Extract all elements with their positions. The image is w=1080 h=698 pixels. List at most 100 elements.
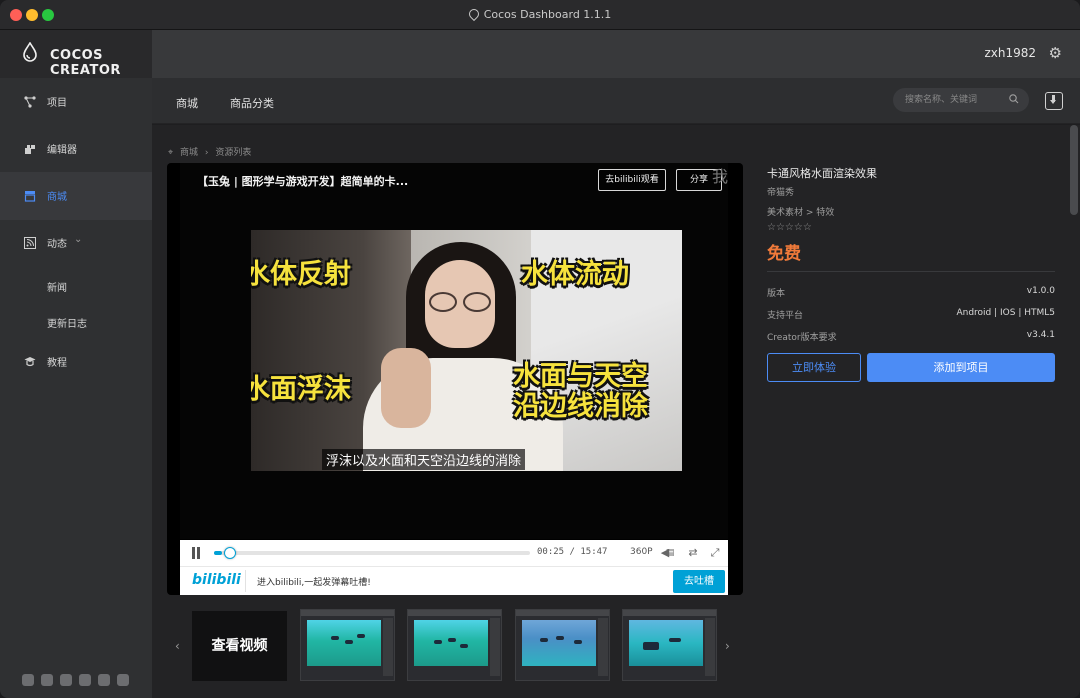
tab-categories[interactable]: 商品分类 [230,95,274,111]
progress-fill [214,551,223,555]
gallery-thumbnail[interactable] [515,609,610,681]
sidebar-subitem-changelog[interactable]: 更新日志 [47,315,87,330]
window-title-text: Cocos Dashboard 1.1.1 [483,8,612,21]
bilibili-bar: bilibili 进入bilibili,一起发弹幕吐槽! 去吐槽 [180,566,728,595]
location-pin-icon: ⌖ [168,148,174,158]
time-separator: / [569,547,575,557]
wechat-icon[interactable] [22,674,34,686]
breadcrumb: ⌖ 商城 › 资源列表 [168,145,255,158]
app-window: Cocos Dashboard 1.1.1 COCOS CREATOR 项目 编… [0,0,1080,698]
brand-name: COCOS CREATOR [50,48,121,78]
sidebar-item-label: 教程 [47,358,67,369]
spec-label-platforms: 支持平台 [767,311,804,321]
download-icon[interactable] [1045,92,1063,110]
search-box [893,88,1029,112]
feed-icon [24,237,36,249]
overlay-text-sky-2: 沿边线消除 [513,391,648,422]
video-title: 【玉兔 | 图形学与游戏开发】超简单的卡... [197,175,409,188]
loop-icon[interactable]: ⇄ [686,546,700,560]
bilibili-logo[interactable]: bilibili [192,572,241,588]
product-price: 免费 [767,244,801,264]
spec-label-version: 版本 [767,289,786,299]
weibo-icon[interactable] [41,674,53,686]
comment-button[interactable]: 去吐槽 [673,570,725,593]
chevron-left-icon[interactable]: ‹ [175,639,180,653]
quality-selector[interactable]: 360P [630,547,653,557]
brand-logo: COCOS CREATOR [0,30,152,78]
gallery-thumbnail[interactable] [407,609,502,681]
spec-value-version: v1.0.0 [1026,286,1055,296]
video-player[interactable]: 【玉兔 | 图形学与游戏开发】超简单的卡... 去bilibili观看 分享 我… [167,163,743,595]
watch-video-tile[interactable]: 查看视频 [192,611,287,681]
cocos-app-icon [466,6,481,22]
breadcrumb-item: 资源列表 [215,148,252,158]
store-icon [24,191,36,202]
add-to-project-button[interactable]: 添加到项目 [867,353,1055,382]
bilibili-prompt: 进入bilibili,一起发弹幕吐槽! [257,578,371,588]
sidebar-item-label: 商城 [47,192,67,203]
spec-value-platforms: Android | IOS | HTML5 [956,308,1055,318]
cocos-logo-icon [23,42,37,62]
editor-icon [25,145,35,154]
pause-icon[interactable] [190,547,202,559]
content-scrollbar[interactable] [1070,125,1078,215]
overlay-text-sky-1: 水面与天空 [513,361,648,392]
sidebar-item-editor[interactable]: 编辑器 [0,125,152,173]
overlay-text-foam: 水面浮沫 [251,374,351,405]
sidebar-item-label: 项目 [47,98,67,109]
time-total: 15:47 [580,547,608,557]
username[interactable]: zxh1982 [984,46,1036,60]
try-now-button[interactable]: 立即体验 [767,353,861,382]
player-controls: 00:25 / 15:47 360P ◀ ▤ ⇄ ⤢ [180,540,728,566]
video-frame: 水体反射 水体流动 水面浮沫 水面与天空 沿边线消除 [251,230,682,471]
danmaku-icon[interactable]: ▤ [663,546,677,560]
social-links [22,674,129,686]
fullscreen-icon[interactable]: ⤢ [708,546,722,560]
discord-icon[interactable] [79,674,91,686]
twitter-icon[interactable] [60,674,72,686]
youtube-icon[interactable] [98,674,110,686]
time-readout: 00:25 / 15:47 [537,547,607,557]
tutorial-icon [24,357,36,367]
product-title: 卡通风格水面渲染效果 [767,167,877,180]
danmaku-toggle[interactable]: 我 [712,163,728,187]
watch-on-bilibili-button[interactable]: 去bilibili观看 [598,169,666,191]
gallery-thumbnail[interactable] [622,609,717,681]
overlay-text-flow: 水体流动 [521,259,629,290]
sidebar-item-label: 编辑器 [47,145,77,156]
window-title: Cocos Dashboard 1.1.1 [0,6,1080,22]
gear-icon[interactable]: ⚙ [1049,44,1062,62]
product-author[interactable]: 帝猫秀 [767,185,794,198]
video-subtitle: 浮沫以及水面和天空沿边线的消除 [322,449,526,470]
top-bar: zxh1982 ⚙ [152,30,1080,78]
rating-stars: ☆☆☆☆☆ [767,222,812,233]
spec-label-creator-version: Creator版本要求 [767,333,837,343]
spec-value-creator-version: v3.4.1 [1026,330,1055,340]
presenter-glasses [429,292,493,312]
sidebar-subitem-news[interactable]: 新闻 [47,279,67,294]
search-icon[interactable] [1009,94,1019,104]
project-icon [24,96,36,108]
breadcrumb-item[interactable]: 商城 [180,148,198,158]
progress-track[interactable] [214,547,530,559]
bilibili-divider [245,570,246,592]
title-bar: Cocos Dashboard 1.1.1 [0,0,1080,30]
main-content: ⌖ 商城 › 资源列表 【玉兔 | 图形学与游戏开发】超简单的卡... 去bil… [152,125,1080,698]
chevron-right-icon[interactable]: › [725,639,730,653]
overlay-text-reflection: 水体反射 [251,259,351,290]
breadcrumb-separator: › [204,148,209,158]
time-current: 00:25 [537,547,565,557]
details-divider [767,271,1055,272]
sidebar-item-feed[interactable]: 动态 ⌄ [0,219,152,267]
sidebar-item-project[interactable]: 项目 [0,78,152,126]
progress-handle[interactable] [224,547,237,559]
search-input[interactable] [905,93,1005,107]
product-category[interactable]: 美术素材 > 特效 [767,205,834,218]
sidebar-item-label: 动态 [47,239,67,250]
sidebar-item-tutorial[interactable]: 教程 [0,338,152,386]
gallery-thumbnail[interactable] [300,609,395,681]
sidebar-item-store[interactable]: 商城 [0,172,152,220]
chevron-down-icon[interactable]: ⌄ [74,234,82,245]
github-icon[interactable] [117,674,129,686]
tab-store[interactable]: 商城 [176,95,198,111]
